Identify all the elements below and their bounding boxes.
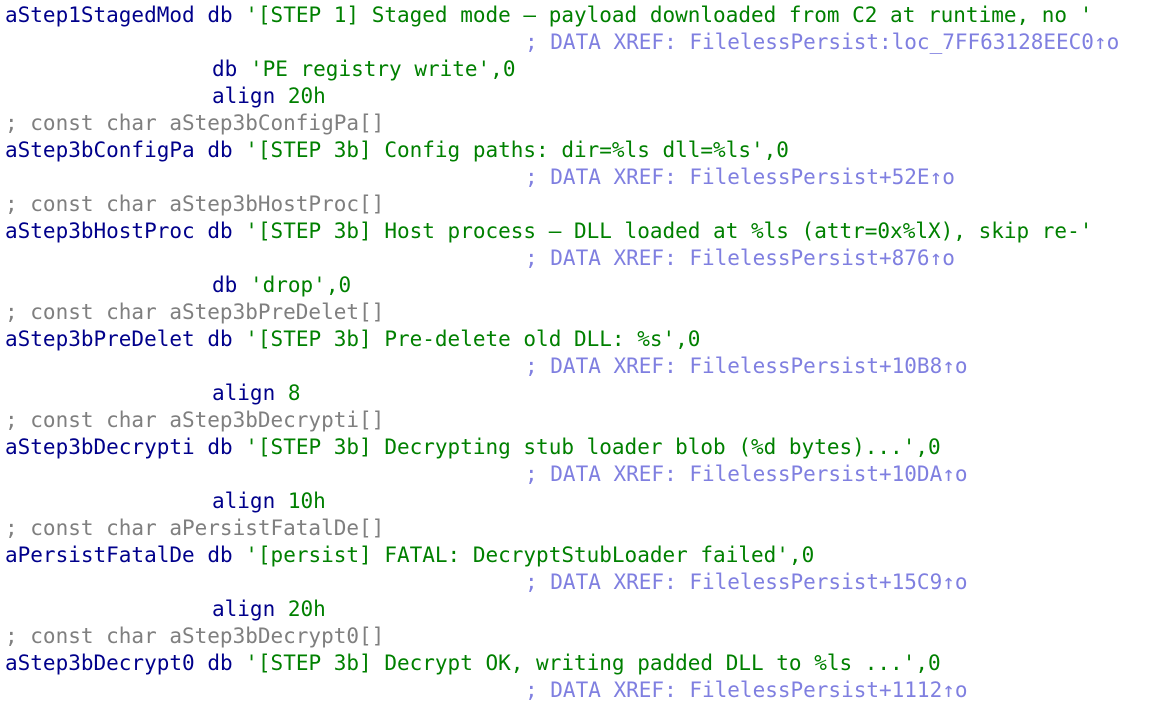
string-literal: 'drop' [249,273,326,297]
directive: align [212,84,276,108]
directive: db [207,3,233,27]
terminator: ,0 [325,273,352,297]
listing-line-cont[interactable]: align 20h [5,83,1119,110]
terminator: ,0 [788,543,815,567]
string-literal: '[STEP 3b] Host process — DLL loaded at … [245,219,1093,243]
listing-line-xref[interactable]: ; DATA XREF: FilelessPersist+1112↑o [5,677,1119,704]
listing-line-cont[interactable]: db 'PE registry write',0 [5,56,1119,83]
directive: db [212,57,238,81]
directive: db [212,273,238,297]
directive: align [212,381,276,405]
string-literal: '[STEP 3b] Decrypt OK, writing padded DL… [245,651,916,675]
listing-line-def[interactable]: aStep3bConfigPa db '[STEP 3b] Config pat… [5,137,1119,164]
listing-line-xref[interactable]: ; DATA XREF: FilelessPersist+876↑o [5,245,1119,272]
label-name[interactable]: aStep3bDecrypti [5,434,195,461]
listing-line-comment[interactable]: ; const char aStep3bHostProc[] [5,191,1119,218]
data-xref-link[interactable]: ; DATA XREF: FilelessPersist+1112↑o [525,678,968,702]
label-name[interactable]: aStep3bConfigPa [5,137,195,164]
string-literal: '[STEP 3b] Decrypting stub loader blob (… [245,435,916,459]
listing-line-comment[interactable]: ; const char aStep3bPreDelet[] [5,299,1119,326]
label-name[interactable]: aStep3bDecrypt0 [5,650,195,677]
listing-line-cont[interactable]: align 20h [5,596,1119,623]
directive: db [207,435,233,459]
data-xref-link[interactable]: ; DATA XREF: FilelessPersist+876↑o [525,246,955,270]
listing-line-comment[interactable]: ; const char aPersistFatalDe[] [5,515,1119,542]
terminator: ,0 [763,138,789,162]
string-literal: 'PE registry write' [249,57,491,81]
label-name[interactable]: aPersistFatalDe [5,542,195,569]
string-literal: '[persist] FATAL: DecryptStubLoader fail… [245,543,789,567]
label-name[interactable]: aStep1StagedMod [5,2,195,29]
listing-line-def[interactable]: aStep3bHostProc db '[STEP 3b] Host proce… [5,218,1119,245]
string-literal: '[STEP 3b] Pre-delete old DLL: %s' [245,327,676,351]
directive: align [212,597,276,621]
listing-line-cont[interactable]: db 'drop',0 [5,272,1119,299]
comment-text: ; const char aPersistFatalDe[] [5,516,385,540]
label-name[interactable]: aStep3bPreDelet [5,326,195,353]
comment-text: ; const char aStep3bDecrypti[] [5,408,385,432]
listing-line-xref[interactable]: ; DATA XREF: FilelessPersist+10DA↑o [5,461,1119,488]
terminator: ,0 [490,57,516,81]
data-xref-link[interactable]: ; DATA XREF: FilelessPersist+10DA↑o [525,462,968,486]
listing-line-def[interactable]: aPersistFatalDe db '[persist] FATAL: Dec… [5,542,1119,569]
align-value: 20h [287,84,326,108]
terminator: ,0 [675,327,701,351]
comment-text: ; const char aStep3bConfigPa[] [5,111,385,135]
listing-line-comment[interactable]: ; const char aStep3bDecrypt0[] [5,623,1119,650]
listing-line-xref[interactable]: ; DATA XREF: FilelessPersist+52E↑o [5,164,1119,191]
directive: align [212,489,276,513]
directive: db [207,138,233,162]
listing-line-def[interactable]: aStep1StagedMod db '[STEP 1] Staged mode… [5,2,1119,29]
data-xref-link[interactable]: ; DATA XREF: FilelessPersist+10B8↑o [525,354,968,378]
listing-line-xref[interactable]: ; DATA XREF: FilelessPersist:loc_7FF6312… [5,29,1119,56]
directive: db [207,327,233,351]
disassembly-listing[interactable]: aStep1StagedMod db '[STEP 1] Staged mode… [5,2,1119,704]
directive: db [207,543,233,567]
listing-line-def[interactable]: aStep3bDecrypt0 db '[STEP 3b] Decrypt OK… [5,650,1119,677]
listing-line-comment[interactable]: ; const char aStep3bConfigPa[] [5,110,1119,137]
directive: db [207,651,233,675]
listing-line-xref[interactable]: ; DATA XREF: FilelessPersist+10B8↑o [5,353,1119,380]
align-value: 20h [287,597,326,621]
listing-line-def[interactable]: aStep3bDecrypti db '[STEP 3b] Decrypting… [5,434,1119,461]
data-xref-link[interactable]: ; DATA XREF: FilelessPersist+52E↑o [525,165,955,189]
comment-text: ; const char aStep3bHostProc[] [5,192,385,216]
comment-text: ; const char aStep3bDecrypt0[] [5,624,385,648]
terminator: ,0 [915,435,941,459]
listing-line-cont[interactable]: align 10h [5,488,1119,515]
string-literal: '[STEP 1] Staged mode — payload download… [245,3,1093,27]
label-name[interactable]: aStep3bHostProc [5,218,195,245]
data-xref-link[interactable]: ; DATA XREF: FilelessPersist+15C9↑o [525,570,968,594]
listing-line-def[interactable]: aStep3bPreDelet db '[STEP 3b] Pre-delete… [5,326,1119,353]
data-xref-link[interactable]: ; DATA XREF: FilelessPersist:loc_7FF6312… [525,30,1119,54]
align-value: 8 [287,381,301,405]
listing-line-comment[interactable]: ; const char aStep3bDecrypti[] [5,407,1119,434]
comment-text: ; const char aStep3bPreDelet[] [5,300,385,324]
string-literal: '[STEP 3b] Config paths: dir=%ls dll=%ls… [245,138,764,162]
align-value: 10h [287,489,326,513]
terminator: ,0 [915,651,941,675]
listing-line-cont[interactable]: align 8 [5,380,1119,407]
directive: db [207,219,233,243]
listing-line-xref[interactable]: ; DATA XREF: FilelessPersist+15C9↑o [5,569,1119,596]
